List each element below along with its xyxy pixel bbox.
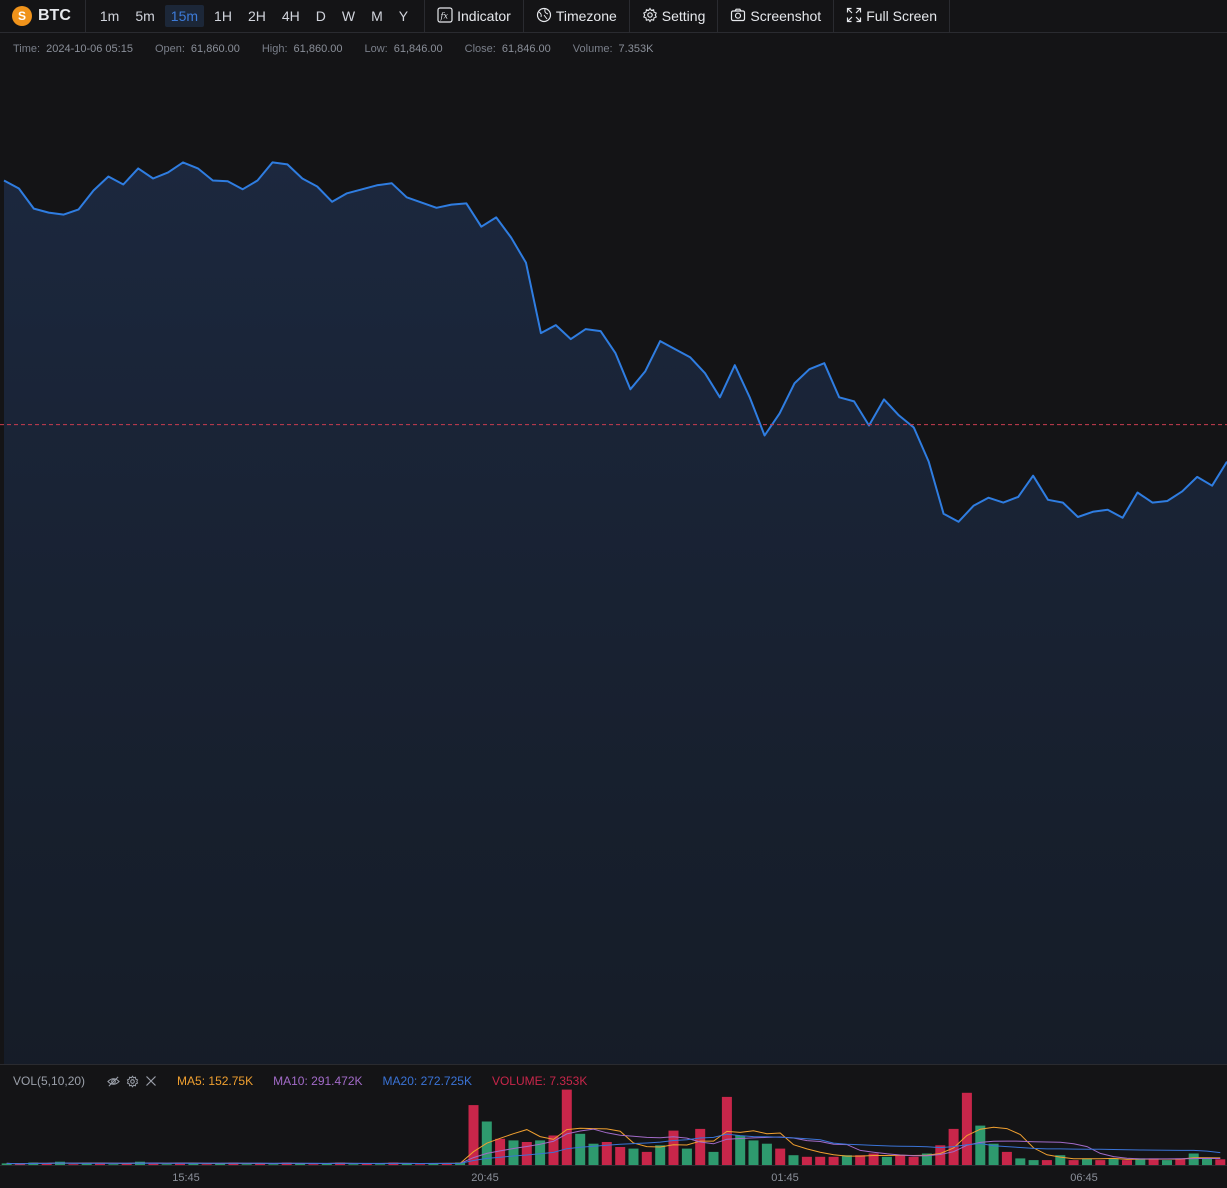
ma20-line [6,1133,1221,1165]
period-4h[interactable]: 4H [276,5,306,27]
timezone-icon [536,7,556,26]
volume-bar [628,1148,639,1165]
volume-bar [1082,1158,1092,1165]
volume-bar [961,1092,972,1165]
period-1m[interactable]: 1m [94,5,125,27]
screenshot-button[interactable]: Screenshot [718,0,835,33]
volume-bar [841,1155,852,1165]
volume-bar [761,1143,772,1165]
legend-open: Open: 61,860.00 [154,43,240,55]
period-5m[interactable]: 5m [129,5,160,27]
volume-bar [668,1130,679,1165]
volume-bar [815,1156,826,1165]
ma10-line [6,1128,1221,1165]
gear-icon [642,7,662,26]
volume-indicator-actions [107,1074,163,1088]
legend-volume: Volume: 7.353K [572,43,654,55]
eye-off-icon[interactable] [107,1075,120,1088]
volume-bar [508,1140,519,1165]
period-y[interactable]: Y [393,5,414,27]
volume-pane[interactable]: VOL(5,10,20) MA5: 152.75K MA10: 291.472K… [0,1064,1227,1165]
volume-bar [748,1140,759,1165]
volume-bar [1015,1158,1026,1165]
volume-bar [708,1151,719,1165]
volume-bar [895,1155,906,1165]
ohlc-legend: Time: 2024-10-06 05:15 Open: 61,860.00 Hig… [13,43,675,55]
volume-bar [1001,1151,1012,1165]
camera-icon [730,7,750,26]
volume-bar [788,1155,799,1165]
ma10-value: MA10: 291.472K [273,1074,363,1088]
ma20-value: MA20: 272.725K [382,1074,472,1088]
volume-bar [681,1148,692,1165]
period-2h[interactable]: 2H [242,5,272,27]
volume-bar [695,1128,706,1165]
fullscreen-button[interactable]: Full Screen [834,0,950,33]
period-m[interactable]: M [365,5,389,27]
setting-label: Setting [661,8,706,24]
indicator-label: Indicator [457,8,511,24]
legend-time: Time: 2024-10-06 05:15 [13,43,133,55]
close-icon[interactable] [145,1075,157,1087]
setting-button[interactable]: Setting [630,0,719,33]
screenshot-label: Screenshot [750,8,822,24]
price-area [4,162,1227,1064]
volume-indicator-name: VOL(5,10,20) [13,1074,86,1088]
timezone-button[interactable]: Timezone [524,0,630,33]
timezone-label: Timezone [555,8,617,24]
indicator-button[interactable]: fx Indicator [425,0,524,33]
volume-bar [881,1156,892,1165]
volume-bar [735,1135,746,1165]
volume-bar [775,1148,786,1165]
volume-bar [641,1151,652,1165]
ma5-value: MA5: 152.75K [177,1074,254,1088]
period-w[interactable]: W [336,5,361,27]
volume-bar [655,1145,666,1165]
symbol-selector[interactable]: S BTC [0,0,86,33]
volume-legend: VOL(5,10,20) MA5: 152.75K MA10: 291.472K… [13,1074,607,1088]
svg-text:fx: fx [440,11,449,20]
period-15m[interactable]: 15m [164,5,205,27]
symbol-name: BTC [38,7,71,24]
ma5-line [6,1126,1221,1165]
period-d[interactable]: D [310,5,332,27]
volume-value: VOLUME: 7.353K [491,1074,588,1088]
volume-bar [908,1156,919,1165]
volume-bar [561,1089,572,1165]
volume-bar [1202,1158,1212,1165]
toolbar: S BTC 1m 5m 15m 1H 2H 4H D W M Y fx Indi… [0,0,1227,33]
period-selector: 1m 5m 15m 1H 2H 4H D W M Y [86,0,426,33]
x-tick-label: 06:45 [1070,1172,1098,1184]
volume-bar [988,1143,999,1165]
period-1h[interactable]: 1H [208,5,238,27]
indicator-icon: fx [437,6,457,26]
volume-bar [801,1156,812,1165]
volume-bar [548,1135,559,1165]
gear-icon[interactable] [126,1074,139,1088]
volume-bar [855,1155,866,1165]
volume-bar [615,1147,626,1165]
volume-bar [1188,1153,1199,1165]
coin-icon: S [12,6,32,26]
x-tick-label: 20:45 [471,1172,499,1184]
x-tick-label: 15:45 [172,1172,200,1184]
fullscreen-icon [846,7,866,26]
price-chart[interactable] [0,60,1227,1064]
volume-bar [975,1125,986,1165]
volume-bar [575,1133,586,1165]
volume-bar [1108,1158,1119,1165]
legend-close: Close: 61,846.00 [464,43,551,55]
time-axis: 15:45 20:45 01:45 06:45 [0,1165,1227,1188]
legend-high: High: 61,860.00 [261,43,343,55]
volume-bar [828,1156,839,1165]
legend-low: Low: 61,846.00 [364,43,443,55]
x-tick-label: 01:45 [771,1172,799,1184]
fullscreen-label: Full Screen [866,8,937,24]
